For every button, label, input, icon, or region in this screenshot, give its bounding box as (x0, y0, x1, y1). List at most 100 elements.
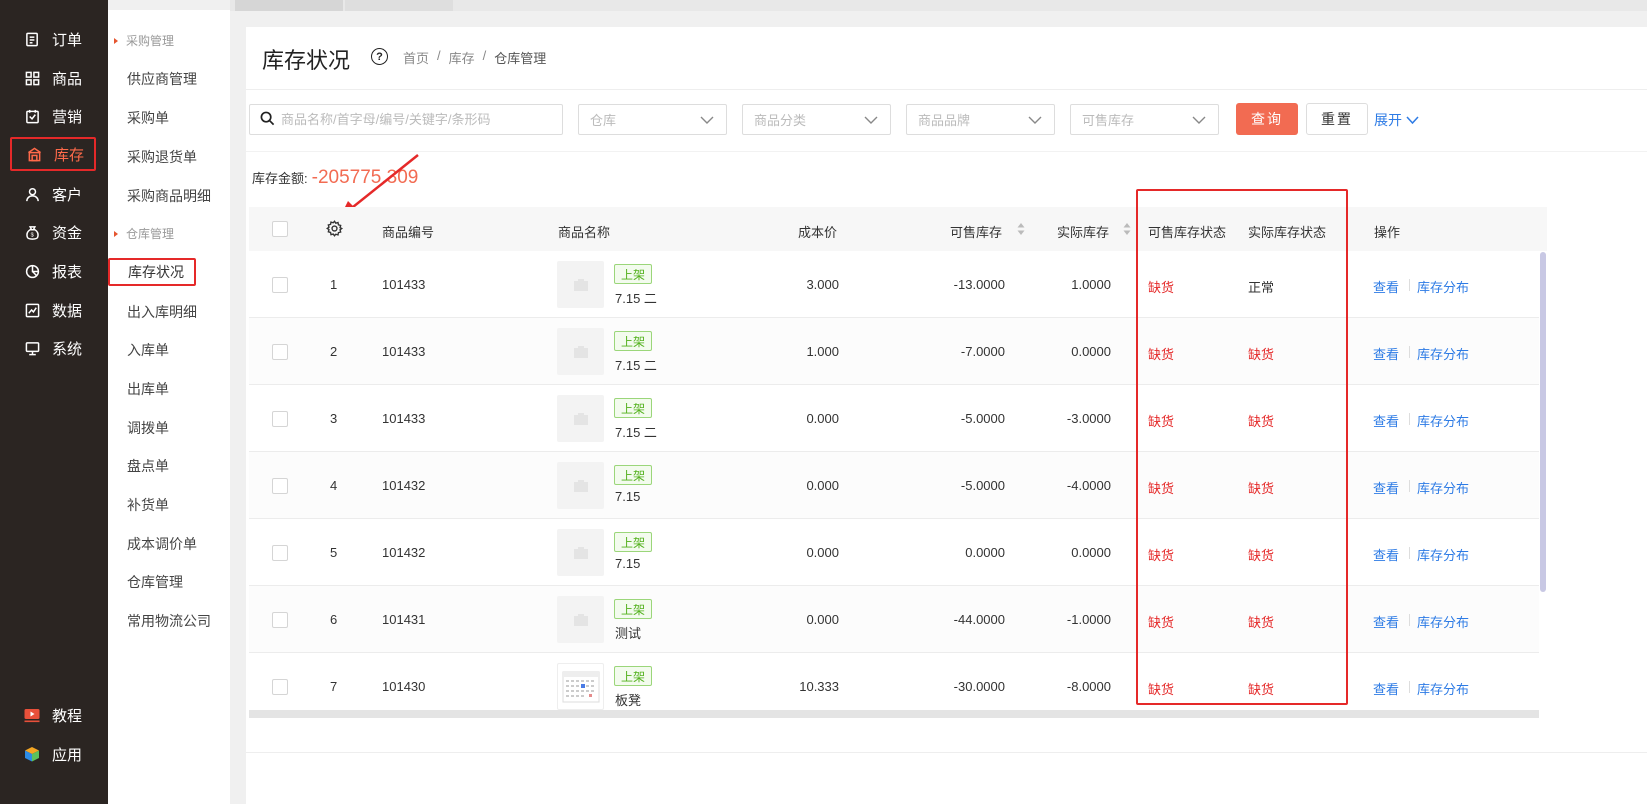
col-header-available[interactable]: 可售库存 (950, 222, 1002, 241)
product-name: 7.15 二 (615, 358, 657, 373)
select-all-checkbox[interactable] (272, 221, 288, 237)
tab[interactable] (235, 0, 343, 11)
divider (1409, 681, 1410, 693)
distribution-link[interactable]: 库存分布 (1417, 679, 1469, 698)
reset-button[interactable]: 重置 (1306, 103, 1368, 135)
view-link[interactable]: 查看 (1373, 277, 1399, 296)
subnav-item-purchase-details[interactable]: 采购商品明细 (127, 186, 211, 206)
nav-item-customers[interactable]: 客户 (10, 177, 96, 211)
subnav-item-warehouse-mgmt[interactable]: 仓库管理 (127, 572, 183, 592)
view-link[interactable]: 查看 (1373, 344, 1399, 363)
breadcrumb-inventory[interactable]: 库存 (449, 48, 475, 67)
subnav-item-inbound[interactable]: 入库单 (127, 340, 169, 360)
horizontal-scrollbar[interactable] (249, 710, 1539, 718)
sort-icon[interactable] (1017, 222, 1025, 239)
nav-item-funds[interactable]: $ 资金 (10, 215, 96, 249)
view-link[interactable]: 查看 (1373, 679, 1399, 698)
subnav-item-stocktake[interactable]: 盘点单 (127, 456, 169, 476)
category-select[interactable]: 商品分类 (742, 104, 891, 135)
nav-label: 营销 (52, 108, 83, 126)
sort-icon[interactable] (1123, 222, 1131, 239)
nav-item-products[interactable]: 商品 (10, 61, 96, 95)
search-box[interactable] (249, 104, 563, 135)
subnav-item-outbound[interactable]: 出库单 (127, 379, 169, 399)
nav-item-reports[interactable]: 报表 (10, 254, 96, 288)
subnav-group-label: 采购管理 (126, 34, 175, 48)
view-link[interactable]: 查看 (1373, 478, 1399, 497)
subnav-item-transfer[interactable]: 调拨单 (127, 418, 169, 438)
table-row: 3 101433 上架 7.15 二 0.000 -5.0000 -3.0000… (249, 385, 1539, 452)
select-placeholder: 商品品牌 (918, 113, 971, 128)
distribution-link[interactable]: 库存分布 (1417, 411, 1469, 430)
subnav-item-io-details[interactable]: 出入库明细 (127, 302, 197, 322)
warehouse-select[interactable]: 仓库 (578, 104, 727, 135)
product-thumbnail[interactable] (557, 462, 604, 509)
product-thumbnail[interactable] (557, 596, 604, 643)
nav-item-tutorial[interactable]: 教程 (10, 698, 96, 732)
gear-icon[interactable] (326, 220, 344, 240)
brand-select[interactable]: 商品品牌 (906, 104, 1055, 135)
available-stock-select[interactable]: 可售库存 (1070, 104, 1219, 135)
breadcrumb-home[interactable]: 首页 (403, 48, 429, 67)
product-name: 测试 (615, 626, 642, 641)
product-thumbnail[interactable] (557, 663, 604, 710)
nav-item-marketing[interactable]: 营销 (10, 99, 96, 133)
product-thumbnail[interactable] (557, 395, 604, 442)
subnav-item-label: 库存状况 (128, 264, 184, 280)
actual-stock: -1.0000 (1066, 612, 1111, 627)
subnav-item-cost-adjust[interactable]: 成本调价单 (127, 534, 197, 554)
cost-price: 10.333 (799, 679, 839, 694)
actual-status: 缺货 (1248, 682, 1275, 697)
product-code: 101432 (382, 545, 426, 560)
actual-stock: 1.0000 (1071, 277, 1111, 292)
distribution-link[interactable]: 库存分布 (1417, 478, 1469, 497)
select-placeholder: 商品分类 (754, 113, 807, 128)
row-checkbox[interactable] (272, 679, 288, 695)
row-checkbox[interactable] (272, 411, 288, 427)
nav-label: 商品 (52, 70, 83, 88)
distribution-link[interactable]: 库存分布 (1417, 545, 1469, 564)
view-link[interactable]: 查看 (1373, 612, 1399, 631)
divider (246, 151, 1647, 152)
distribution-link[interactable]: 库存分布 (1417, 612, 1469, 631)
expand-toggle[interactable]: 展开 (1374, 110, 1419, 130)
query-button[interactable]: 查询 (1236, 103, 1298, 135)
subnav-item-purchase-returns[interactable]: 采购退货单 (127, 147, 197, 167)
view-link[interactable]: 查看 (1373, 545, 1399, 564)
breadcrumb-separator: / (437, 48, 441, 63)
subnav-item-replenish[interactable]: 补货单 (127, 495, 169, 515)
product-thumbnail[interactable] (557, 529, 604, 576)
grid-icon (24, 70, 40, 86)
nav-item-orders[interactable]: 订单 (10, 22, 96, 56)
order-icon (24, 31, 40, 47)
row-checkbox[interactable] (272, 612, 288, 628)
nav-item-system[interactable]: 系统 (10, 331, 96, 365)
search-input[interactable] (281, 112, 551, 127)
nav-item-apps[interactable]: 应用 (10, 737, 96, 771)
distribution-link[interactable]: 库存分布 (1417, 344, 1469, 363)
row-checkbox[interactable] (272, 344, 288, 360)
row-index: 7 (330, 679, 338, 694)
nav-item-inventory[interactable]: 库存 (10, 137, 96, 171)
view-link[interactable]: 查看 (1373, 411, 1399, 430)
row-checkbox[interactable] (272, 478, 288, 494)
caret-right-icon (114, 37, 118, 44)
help-icon[interactable]: ? (371, 48, 388, 65)
tab[interactable] (345, 0, 453, 11)
subnav-item-suppliers[interactable]: 供应商管理 (127, 69, 197, 89)
subnav-item-stock-status[interactable]: 库存状况 (108, 258, 196, 286)
nav-item-data[interactable]: 数据 (10, 293, 96, 327)
distribution-link[interactable]: 库存分布 (1417, 277, 1469, 296)
product-thumbnail[interactable] (557, 261, 604, 308)
col-header-code: 商品编号 (382, 225, 435, 240)
chevron-down-icon (1028, 113, 1042, 130)
actual-status: 缺货 (1248, 414, 1275, 429)
col-header-actual[interactable]: 实际库存 (1057, 222, 1109, 241)
row-checkbox[interactable] (272, 277, 288, 293)
subnav-item-purchase-orders[interactable]: 采购单 (127, 108, 169, 128)
vertical-scrollbar[interactable] (1540, 252, 1546, 592)
product-thumbnail[interactable] (557, 328, 604, 375)
col-header-available-status: 可售库存状态 (1148, 225, 1227, 240)
row-checkbox[interactable] (272, 545, 288, 561)
subnav-item-logistics[interactable]: 常用物流公司 (127, 611, 211, 631)
